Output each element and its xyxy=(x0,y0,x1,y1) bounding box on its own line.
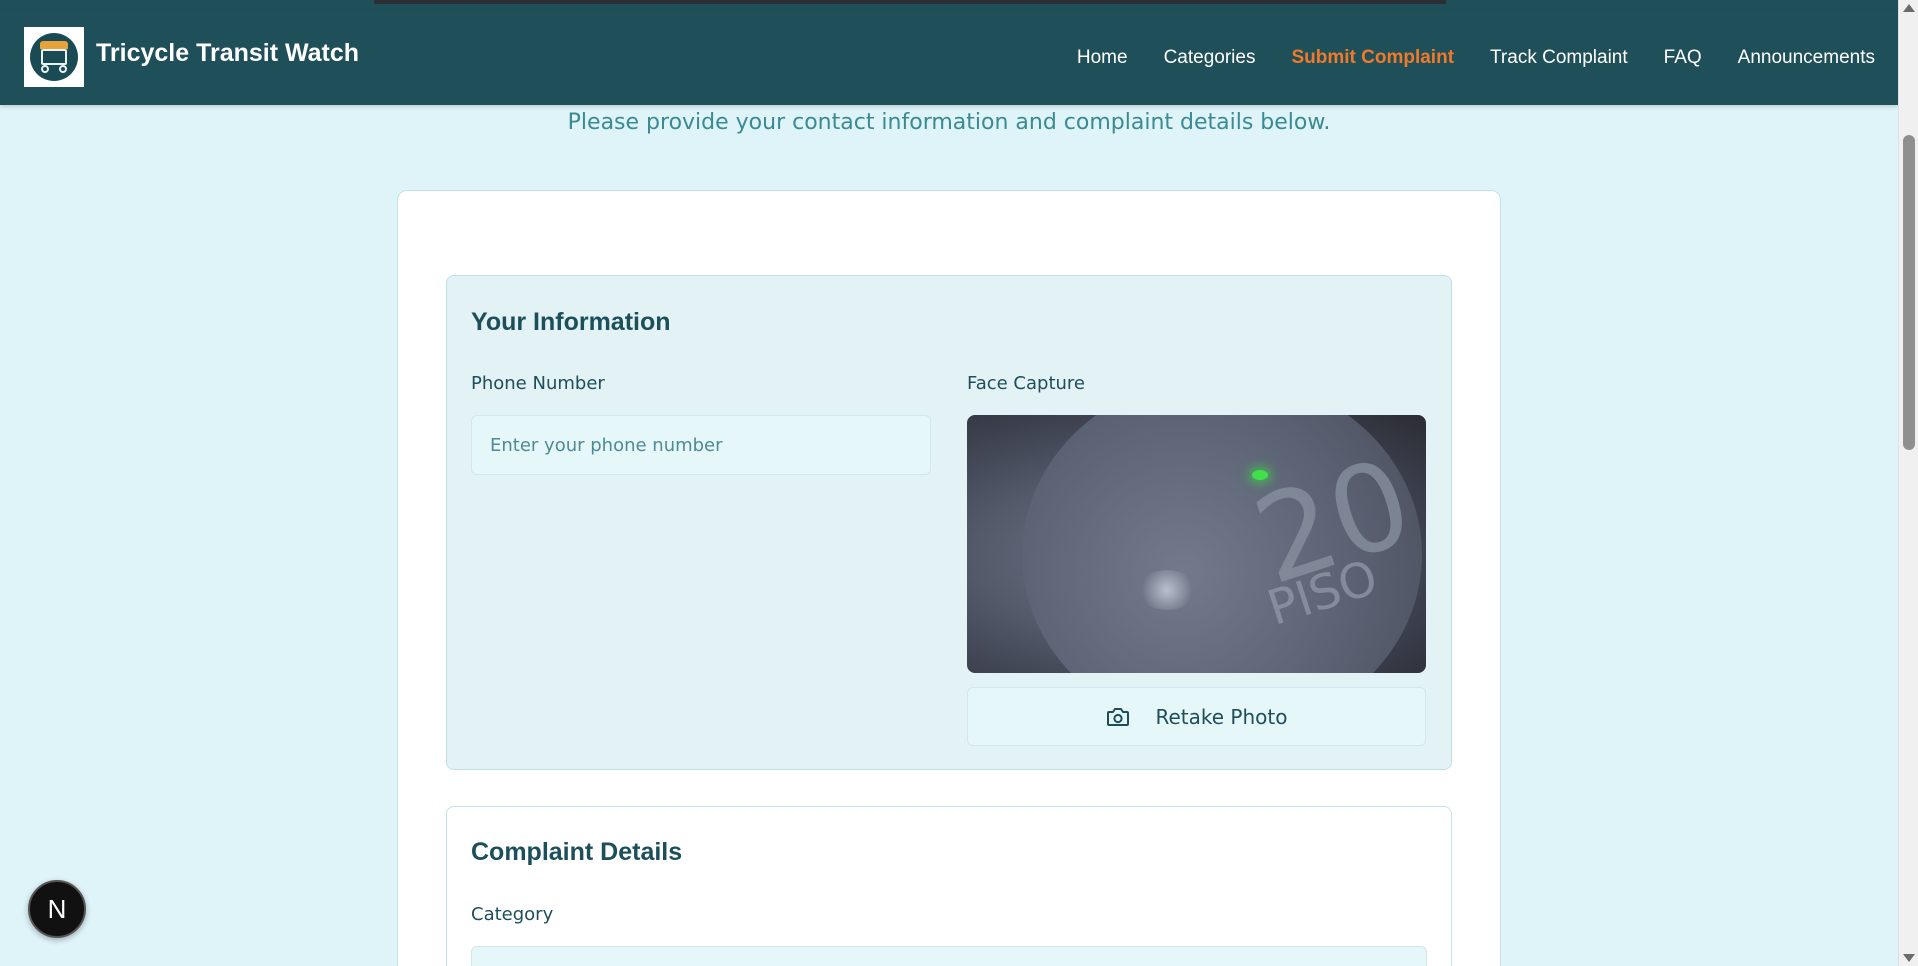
nav-links: Home Categories Submit Complaint Track C… xyxy=(1077,10,1875,105)
logo-wheel xyxy=(41,65,49,73)
scrollbar-thumb[interactable] xyxy=(1903,135,1915,450)
logo-wheel xyxy=(59,65,67,73)
scroll-up-icon[interactable] xyxy=(1903,4,1915,12)
page-scrollbar[interactable] xyxy=(1898,0,1918,966)
phone-label: Phone Number xyxy=(471,373,605,394)
section-title: Your Information xyxy=(471,308,671,336)
camera-icon xyxy=(1106,707,1129,726)
page-subtitle: Please provide your contact information … xyxy=(567,110,1331,135)
logo-circle xyxy=(30,33,78,81)
brand-title[interactable]: Tricycle Transit Watch xyxy=(96,39,359,68)
browser-top-strip-inner xyxy=(374,0,1446,4)
nav-faq[interactable]: FAQ xyxy=(1664,47,1702,69)
scroll-down-icon[interactable] xyxy=(1903,954,1915,962)
phone-input[interactable] xyxy=(471,415,931,475)
photo-green-glow xyxy=(1252,470,1268,480)
your-information-section: Your Information Phone Number Face Captu… xyxy=(446,275,1452,770)
nav-announcements[interactable]: Announcements xyxy=(1738,47,1875,69)
nav-submit-complaint[interactable]: Submit Complaint xyxy=(1291,47,1454,69)
category-label: Category xyxy=(471,904,554,925)
category-select[interactable] xyxy=(471,946,1427,966)
retake-photo-button[interactable]: Retake Photo xyxy=(967,687,1426,746)
face-capture-photo: 20 PISO xyxy=(967,415,1426,673)
nav-categories[interactable]: Categories xyxy=(1164,47,1256,69)
retake-photo-label: Retake Photo xyxy=(1155,704,1288,729)
nav-home[interactable]: Home xyxy=(1077,47,1128,69)
nav-track-complaint[interactable]: Track Complaint xyxy=(1490,47,1628,69)
photo-emblem xyxy=(1137,570,1197,610)
navbar: Tricycle Transit Watch Home Categories S… xyxy=(0,10,1898,105)
browser-top-strip xyxy=(0,0,1898,10)
face-capture-label: Face Capture xyxy=(967,373,1085,394)
complaint-details-section: Complaint Details Category xyxy=(446,806,1452,966)
nextjs-dev-badge[interactable]: N xyxy=(28,880,86,938)
logo-roof xyxy=(40,41,68,49)
logo-body xyxy=(41,49,67,65)
section-title: Complaint Details xyxy=(471,838,683,866)
tricycle-logo-icon[interactable] xyxy=(24,27,84,87)
